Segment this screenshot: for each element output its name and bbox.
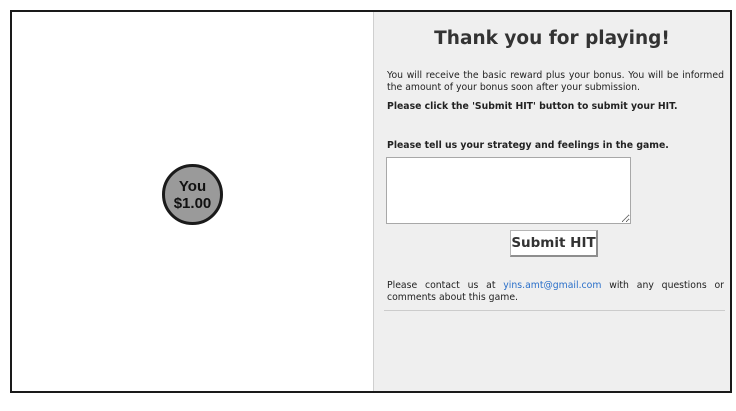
submit-hit-button[interactable]: Submit HIT bbox=[510, 230, 598, 257]
contact-text: Please contact us at yins.amt@gmail.com … bbox=[387, 280, 724, 304]
completion-panel: Thank you for playing! You will receive … bbox=[374, 12, 730, 391]
player-node: You $1.00 bbox=[162, 164, 223, 225]
contact-email-link[interactable]: yins.amt@gmail.com bbox=[503, 280, 601, 291]
player-label: You bbox=[178, 177, 207, 195]
player-amount: $1.00 bbox=[173, 194, 212, 212]
reward-info-text: You will receive the basic reward plus y… bbox=[387, 70, 724, 93]
divider bbox=[384, 310, 725, 311]
game-board: You $1.00 bbox=[12, 12, 374, 391]
contact-prefix: Please contact us at bbox=[387, 280, 504, 291]
game-frame: You $1.00 Thank you for playing! You wil… bbox=[10, 10, 732, 393]
strategy-label: Please tell us your strategy and feeling… bbox=[387, 140, 669, 151]
submit-instruction: Please click the 'Submit HIT' button to … bbox=[387, 101, 678, 112]
page-title: Thank you for playing! bbox=[434, 28, 670, 49]
strategy-textarea[interactable] bbox=[386, 157, 631, 224]
